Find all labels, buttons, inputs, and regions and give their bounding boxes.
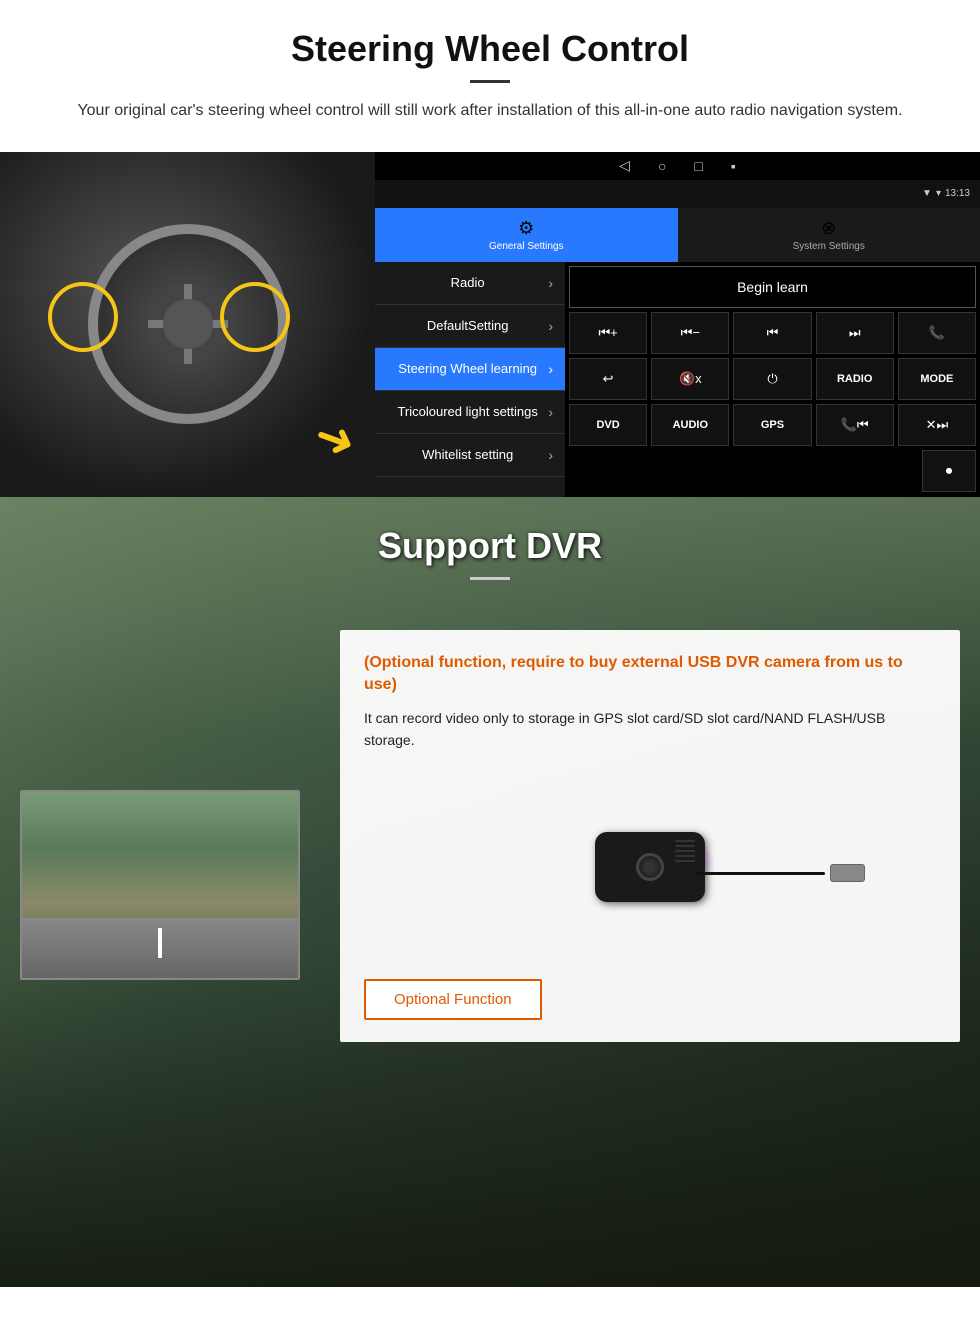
vent-line-2 — [675, 845, 695, 847]
nav-home-icon[interactable]: ○ — [658, 158, 666, 174]
camera-body — [595, 832, 705, 902]
time-display: 13:13 — [945, 188, 970, 199]
btn-gps[interactable]: GPS — [733, 404, 811, 446]
btn-mode[interactable]: MODE — [898, 358, 976, 400]
camera-lens — [636, 853, 664, 881]
android-main: Radio › DefaultSetting › Steering Wheel … — [375, 262, 980, 497]
section1-title: Steering Wheel Control — [60, 28, 920, 70]
menu-tricoloured-light[interactable]: Tricoloured light settings › — [375, 391, 565, 434]
android-panel: ◁ ○ □ ▪ ▼ ▾ 13:13 ⚙ General Settings ⊗ S… — [375, 152, 980, 497]
thumbnail-road-line — [158, 928, 162, 958]
steering-wheel-image: ➜ — [0, 152, 375, 497]
btn-close-next[interactable]: ✕⏭ — [898, 404, 976, 446]
android-tabs: ⚙ General Settings ⊗ System Settings — [375, 208, 980, 262]
ctrl-row-4: ⏺ — [569, 450, 976, 492]
dvr-title: Support DVR — [60, 525, 920, 567]
tab-system-label: System Settings — [793, 241, 865, 252]
section1-divider — [470, 80, 510, 83]
btn-power[interactable]: ⏻ — [733, 358, 811, 400]
dvr-description: It can record video only to storage in G… — [364, 707, 936, 752]
android-nav-bar: ◁ ○ □ ▪ — [375, 152, 980, 180]
nav-recent-icon[interactable]: □ — [694, 158, 702, 174]
ctrl-row-2: ↩ 🔇x ⏻ RADIO MODE — [569, 358, 976, 400]
btn-vol-up[interactable]: ⏮+ — [569, 312, 647, 354]
android-status-bar: ▼ ▾ 13:13 — [375, 180, 980, 208]
general-settings-icon: ⚙ — [518, 218, 534, 239]
btn-audio[interactable]: AUDIO — [651, 404, 729, 446]
section1-header: Steering Wheel Control Your original car… — [0, 0, 980, 134]
steering-block: ➜ ◁ ○ □ ▪ ▼ ▾ 13:13 ⚙ General Settings ⊗ — [0, 152, 980, 497]
btn-dvd[interactable]: DVD — [569, 404, 647, 446]
btn-phone[interactable]: 📞 — [898, 312, 976, 354]
dvr-divider — [470, 577, 510, 580]
dvr-footage-thumbnail — [20, 790, 300, 980]
btn-vol-down[interactable]: ⏮− — [651, 312, 729, 354]
ctrl-row-1: ⏮+ ⏮− ⏮ ⏭ 📞 — [569, 312, 976, 354]
nav-menu-icon[interactable]: ▪ — [731, 158, 736, 174]
tab-general-settings[interactable]: ⚙ General Settings — [375, 208, 678, 262]
usb-cable — [695, 872, 825, 875]
signal-icon: ▼ — [922, 188, 932, 199]
android-menu: Radio › DefaultSetting › Steering Wheel … — [375, 262, 565, 497]
dvr-optional-note: (Optional function, require to buy exter… — [364, 652, 936, 697]
highlight-circle-left — [48, 282, 118, 352]
vent-line-4 — [675, 855, 695, 857]
btn-radio[interactable]: RADIO — [816, 358, 894, 400]
vent-line-3 — [675, 850, 695, 852]
section1-description: Your original car's steering wheel contr… — [60, 99, 920, 124]
system-settings-icon: ⊗ — [821, 218, 836, 239]
btn-prev[interactable]: ⏮ — [733, 312, 811, 354]
btn-hangup[interactable]: ↩ — [569, 358, 647, 400]
begin-learn-button[interactable]: Begin learn — [569, 266, 976, 308]
usb-plug — [830, 864, 865, 882]
menu-whitelist[interactable]: Whitelist setting › — [375, 434, 565, 477]
optional-function-button[interactable]: Optional Function — [364, 979, 542, 1020]
tab-general-label: General Settings — [489, 241, 564, 252]
camera-vents — [675, 840, 695, 862]
dvr-camera-product-image — [364, 767, 936, 967]
highlight-circle-right — [220, 282, 290, 352]
dvr-info-box: (Optional function, require to buy exter… — [340, 630, 960, 1043]
menu-radio[interactable]: Radio › — [375, 262, 565, 305]
vent-line-1 — [675, 840, 695, 842]
dvr-content: (Optional function, require to buy exter… — [0, 630, 980, 1043]
nav-back-icon[interactable]: ◁ — [619, 157, 630, 174]
menu-steering-wheel-learning[interactable]: Steering Wheel learning › — [375, 348, 565, 391]
begin-learn-row: Begin learn — [569, 266, 976, 308]
tab-system-settings[interactable]: ⊗ System Settings — [678, 208, 980, 262]
btn-phone-prev[interactable]: 📞⏮ — [816, 404, 894, 446]
android-buttons-panel: Begin learn ⏮+ ⏮− ⏮ ⏭ 📞 ↩ 🔇x ⏻ RADIO MOD… — [565, 262, 980, 497]
wifi-icon: ▾ — [936, 188, 941, 199]
dvr-right-col: (Optional function, require to buy exter… — [340, 630, 960, 1043]
btn-next[interactable]: ⏭ — [816, 312, 894, 354]
vent-line-5 — [675, 860, 695, 862]
dvr-left-col — [20, 630, 320, 980]
btn-record[interactable]: ⏺ — [922, 450, 976, 492]
dvr-header: Support DVR — [0, 497, 980, 590]
btn-mute[interactable]: 🔇x — [651, 358, 729, 400]
menu-default-setting[interactable]: DefaultSetting › — [375, 305, 565, 348]
ctrl-row-3: DVD AUDIO GPS 📞⏮ ✕⏭ — [569, 404, 976, 446]
dvr-section: Support DVR (Optional function, require … — [0, 497, 980, 1287]
